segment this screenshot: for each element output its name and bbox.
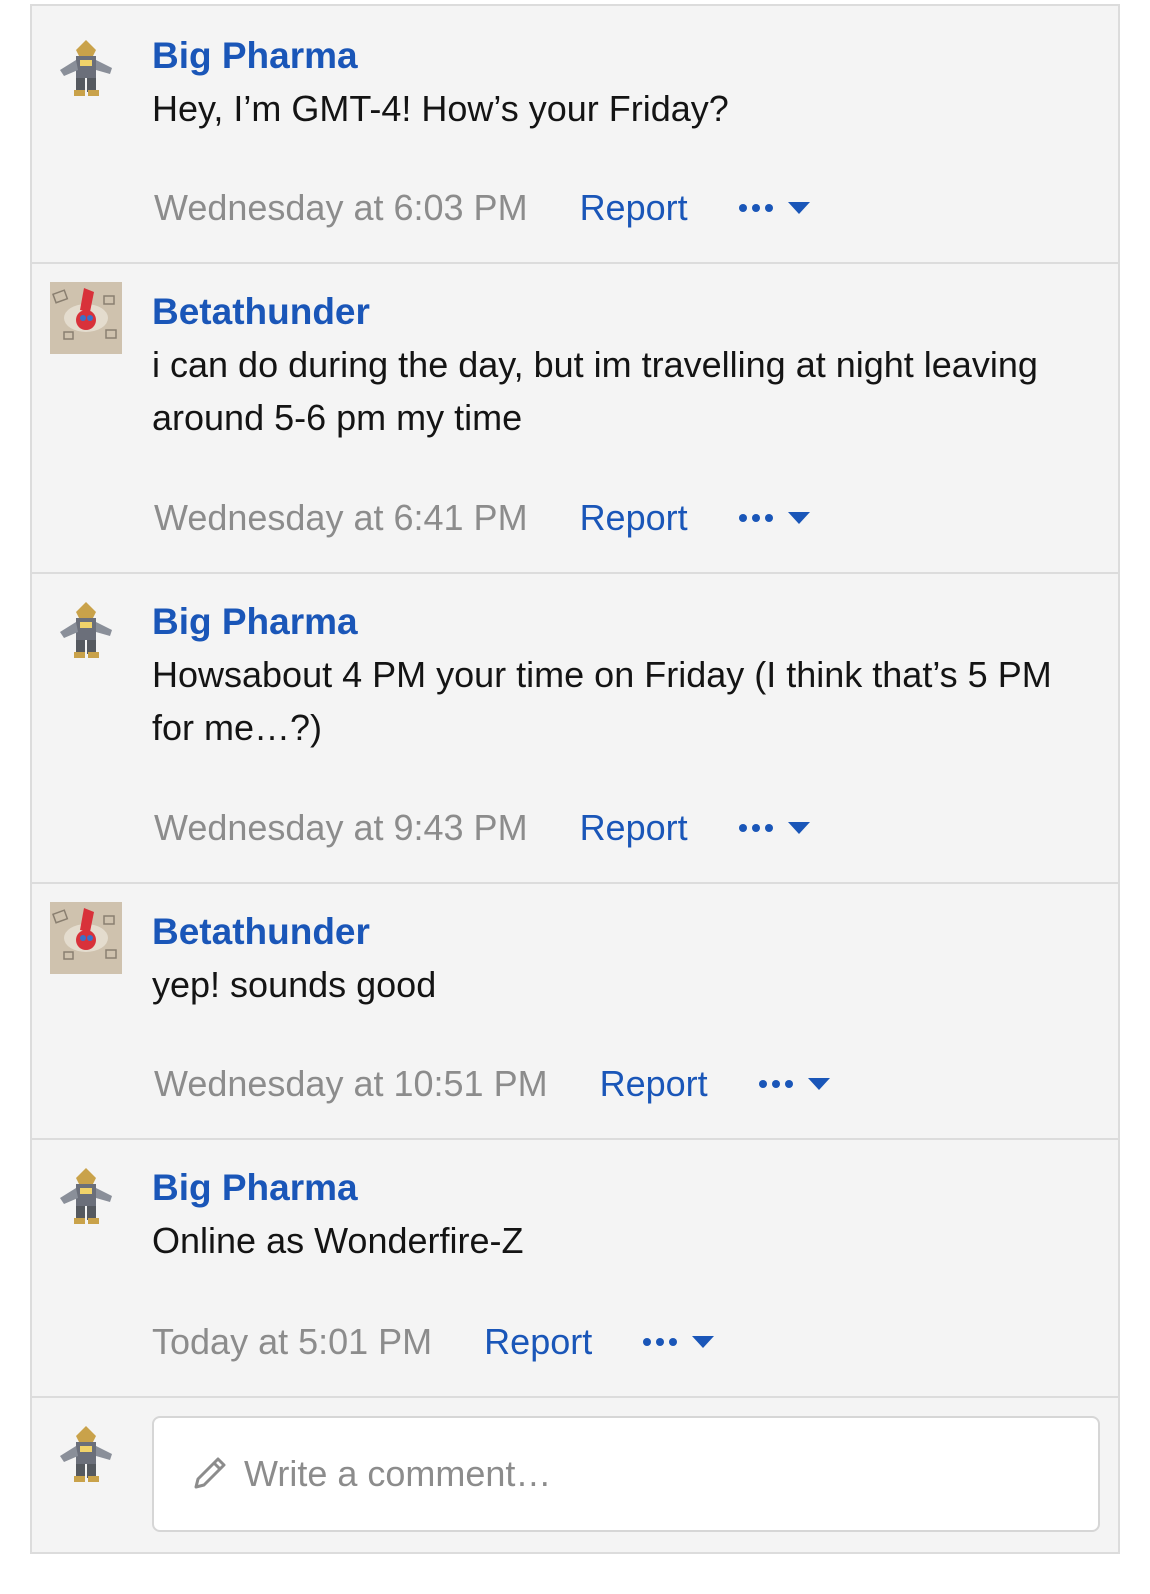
report-link[interactable]: Report [600,1062,708,1106]
comment-author[interactable]: Big Pharma [152,1166,358,1210]
avatar-betathunder[interactable] [50,902,122,974]
pencil-icon [194,1457,226,1489]
comment-author[interactable]: Big Pharma [152,600,358,644]
golurk-avatar-icon [60,1168,112,1224]
more-actions-button[interactable] [758,1074,838,1094]
more-actions-button[interactable] [738,198,818,218]
comment-input[interactable]: Write a comment… [152,1416,1100,1532]
comment-author[interactable]: Betathunder [152,910,370,954]
ellipsis-dropdown-icon [738,822,810,834]
report-link[interactable]: Report [580,806,688,850]
comment-meta: Wednesday at 9:43 PM Report [154,806,818,850]
ellipsis-dropdown-icon [643,1336,715,1348]
more-actions-button[interactable] [738,508,818,528]
comment-meta: Wednesday at 10:51 PM Report [154,1062,838,1106]
report-link[interactable]: Report [484,1320,592,1364]
comment-meta: Today at 5:01 PM Report [152,1320,722,1364]
comment-timestamp[interactable]: Today at 5:01 PM [152,1320,432,1364]
comment-item: Betathunder yep! sounds good Wednesday a… [32,884,1118,1140]
comment-text: yep! sounds good [152,964,437,1005]
comment-text: Online as Wonderfire-Z [152,1220,524,1261]
comment-item: Big Pharma Howsabout 4 PM your time on F… [32,574,1118,884]
comment-thread: Big Pharma Hey, I’m GMT-4! How’s your Fr… [30,4,1120,1554]
comment-author[interactable]: Big Pharma [152,34,358,78]
ellipsis-dropdown-icon [738,202,810,214]
golurk-avatar-icon [60,602,112,658]
comment-meta: Wednesday at 6:41 PM Report [154,496,818,540]
comment-composer: Write a comment… [32,1398,1118,1556]
comment-text: i can do during the day, but im travelli… [152,344,1038,438]
rotom-avatar-icon [50,902,122,974]
comment-timestamp[interactable]: Wednesday at 10:51 PM [154,1062,548,1106]
avatar-betathunder[interactable] [50,282,122,354]
ellipsis-dropdown-icon [738,512,810,524]
comment-text: Hey, I’m GMT-4! How’s your Friday? [152,88,729,129]
avatar-big-pharma[interactable] [50,34,122,106]
more-actions-button[interactable] [738,818,818,838]
report-link[interactable]: Report [580,186,688,230]
report-link[interactable]: Report [580,496,688,540]
golurk-avatar-icon [60,1426,112,1482]
more-actions-button[interactable] [642,1332,722,1352]
comment-item: Big Pharma Online as Wonderfire-Z Today … [32,1140,1118,1398]
avatar-current-user [50,1420,122,1492]
comment-timestamp[interactable]: Wednesday at 6:03 PM [154,186,528,230]
comment-meta: Wednesday at 6:03 PM Report [154,186,818,230]
avatar-big-pharma[interactable] [50,596,122,668]
comment-timestamp[interactable]: Wednesday at 9:43 PM [154,806,528,850]
comment-item: Betathunder i can do during the day, but… [32,264,1118,574]
comment-timestamp[interactable]: Wednesday at 6:41 PM [154,496,528,540]
avatar-big-pharma[interactable] [50,1162,122,1234]
comment-author[interactable]: Betathunder [152,290,370,334]
ellipsis-dropdown-icon [758,1078,830,1090]
comment-text: Howsabout 4 PM your time on Friday (I th… [152,654,1052,748]
comment-item: Big Pharma Hey, I’m GMT-4! How’s your Fr… [32,6,1118,264]
golurk-avatar-icon [60,40,112,96]
comment-input-placeholder: Write a comment… [244,1453,552,1494]
rotom-avatar-icon [50,282,122,354]
